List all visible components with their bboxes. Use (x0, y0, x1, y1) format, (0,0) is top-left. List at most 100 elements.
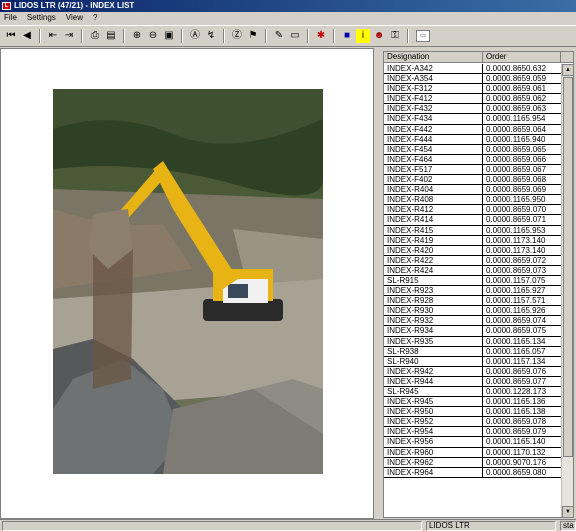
list-item[interactable]: INDEX-A354 0.0000.8659.059 (384, 74, 562, 85)
list-item[interactable]: INDEX-R419 0.0000.1173.140 (384, 235, 562, 246)
list-item[interactable]: SL-R945 0.0000.1228.173 (384, 387, 562, 398)
designation-cell: INDEX-F412 (384, 94, 483, 105)
menu-file[interactable]: File (4, 12, 17, 24)
designation-cell: INDEX-F454 (384, 144, 483, 155)
list-item[interactable]: INDEX-R956 0.0000.1165.140 (384, 437, 562, 448)
list-item[interactable]: INDEX-R942 0.0000.8659.076 (384, 366, 562, 377)
list-item[interactable]: INDEX-R945 0.0000.1165.136 (384, 397, 562, 408)
print-setup-icon[interactable]: ▤ (104, 29, 118, 43)
list-item[interactable]: INDEX-F402 0.0000.8659.068 (384, 175, 562, 186)
designation-cell: SL-R945 (384, 387, 483, 398)
app-logo-icon: L (2, 2, 11, 10)
order-cell: 0.0000.1173.140 (483, 245, 562, 256)
designation-cell: INDEX-R964 (384, 467, 483, 478)
order-cell: 0.0000.8659.066 (483, 154, 562, 165)
history-icon[interactable]: Ⓩ (230, 29, 244, 43)
list-item[interactable]: INDEX-F442 0.0000.8659.064 (384, 124, 562, 135)
list-item[interactable]: INDEX-R952 0.0000.8659.078 (384, 417, 562, 428)
vertical-scrollbar[interactable]: ▲ ▼ (561, 64, 573, 517)
list-item[interactable]: INDEX-R954 0.0000.8659.079 (384, 427, 562, 438)
column-header-designation[interactable]: Designation (384, 52, 483, 62)
prev-page-icon[interactable]: ◀ (20, 29, 34, 43)
list-item[interactable]: INDEX-R960 0.0000.1170.132 (384, 447, 562, 458)
zoom-in-icon[interactable]: ⊕ (130, 29, 144, 43)
list-item[interactable]: INDEX-R415 0.0000.1165.953 (384, 225, 562, 236)
prev-doc-icon[interactable]: ⇤ (46, 29, 60, 43)
list-item[interactable]: INDEX-F312 0.0000.8659.061 (384, 84, 562, 95)
export-icon[interactable]: ▭ (288, 29, 302, 43)
lock-icon[interactable]: ⚿ (388, 29, 402, 43)
list-item[interactable]: INDEX-F444 0.0000.1165.940 (384, 134, 562, 145)
list-item[interactable]: SL-R940 0.0000.1157.134 (384, 356, 562, 367)
note-icon[interactable]: ✎ (272, 29, 286, 43)
order-cell: 0.0000.1170.132 (483, 447, 562, 458)
designation-cell: INDEX-F312 (384, 84, 483, 95)
list-item[interactable]: INDEX-F412 0.0000.8659.062 (384, 94, 562, 105)
list-item[interactable]: INDEX-R962 0.0000.9070.176 (384, 457, 562, 468)
list-item[interactable]: INDEX-R944 0.0000.8659.077 (384, 376, 562, 387)
list-item[interactable]: INDEX-R930 0.0000.1165.926 (384, 306, 562, 317)
info-icon[interactable]: i (356, 29, 370, 43)
pane-splitter[interactable] (374, 48, 381, 519)
list-item[interactable]: INDEX-F464 0.0000.8659.066 (384, 154, 562, 165)
list-item[interactable]: INDEX-R408 0.0000.1165.950 (384, 195, 562, 206)
print-icon[interactable]: ⎙ (88, 29, 102, 43)
search-icon[interactable]: Ⓐ (188, 29, 202, 43)
list-item[interactable]: INDEX-R928 0.0000.1157.571 (384, 296, 562, 307)
document-view[interactable] (0, 48, 374, 519)
list-item[interactable]: INDEX-R932 0.0000.8659.074 (384, 316, 562, 327)
list-rows: INDEX-A342 0.0000.8650.632 INDEX-A354 0.000… (384, 64, 562, 478)
designation-cell: INDEX-R420 (384, 245, 483, 256)
settings-icon[interactable]: ■ (340, 29, 354, 43)
list-item[interactable]: INDEX-A342 0.0000.8650.632 (384, 64, 562, 75)
list-item[interactable]: INDEX-R404 0.0000.8659.069 (384, 185, 562, 196)
list-item[interactable]: INDEX-F434 0.0000.1165.954 (384, 114, 562, 125)
list-item[interactable]: INDEX-R950 0.0000.1165.138 (384, 407, 562, 418)
fit-page-icon[interactable]: ▣ (162, 29, 176, 43)
designation-cell: INDEX-F402 (384, 175, 483, 186)
scroll-thumb[interactable] (563, 77, 573, 457)
order-cell: 0.0000.8659.077 (483, 376, 562, 387)
toolbar: ⏮ ◀ ⇤ ⇥ ⎙ ▤ ⊕ ⊖ ▣ Ⓐ ↯ Ⓩ ⚑ ✎ ▭ ✱ ■ i ☻ ⚿ … (0, 25, 576, 47)
first-page-icon[interactable]: ⏮ (4, 29, 18, 43)
designation-cell: INDEX-F432 (384, 104, 483, 115)
scroll-down-icon[interactable]: ▼ (562, 506, 573, 517)
list-item[interactable]: INDEX-F432 0.0000.8659.063 (384, 104, 562, 115)
list-item[interactable]: SL-R938 0.0000.1165.057 (384, 346, 562, 357)
list-item[interactable]: INDEX-R935 0.0000.1165.134 (384, 336, 562, 347)
list-item[interactable]: INDEX-R934 0.0000.8659.075 (384, 326, 562, 337)
column-header-order[interactable]: Order (483, 52, 561, 62)
list-item[interactable]: SL-R915 0.0000.1157.075 (384, 275, 562, 287)
menu-settings[interactable]: Settings (27, 12, 56, 24)
designation-cell: INDEX-R404 (384, 185, 483, 196)
search-next-icon[interactable]: ↯ (204, 29, 218, 43)
list-item[interactable]: INDEX-F454 0.0000.8659.065 (384, 144, 562, 155)
user-icon[interactable]: ☻ (372, 29, 386, 43)
index-list[interactable]: Designation Order INDEX-A342 0.0000.8650.… (383, 51, 574, 518)
scroll-up-icon[interactable]: ▲ (562, 64, 573, 76)
list-item[interactable]: INDEX-R964 0.0000.8659.080 (384, 467, 562, 478)
list-item[interactable]: INDEX-R923 0.0000.1165.927 (384, 286, 562, 297)
menu-view[interactable]: View (66, 12, 83, 24)
tab-panel-icon[interactable]: ▭ (416, 30, 430, 42)
bookmark-icon[interactable]: ⚑ (246, 29, 260, 43)
designation-cell: INDEX-R930 (384, 306, 483, 317)
designation-cell: INDEX-A342 (384, 64, 483, 75)
list-item[interactable]: INDEX-R420 0.0000.1173.140 (384, 245, 562, 256)
list-item[interactable]: INDEX-R424 0.0000.8659.073 (384, 265, 562, 276)
excavator-photo (53, 89, 323, 474)
list-item[interactable]: INDEX-R412 0.0000.8659.070 (384, 205, 562, 216)
order-cell: 0.0000.8659.070 (483, 205, 562, 216)
order-cell: 0.0000.1165.138 (483, 407, 562, 418)
menu-help[interactable]: ? (93, 12, 97, 24)
designation-cell: INDEX-R944 (384, 376, 483, 387)
list-item[interactable]: INDEX-R414 0.0000.8659.071 (384, 215, 562, 226)
zoom-out-icon[interactable]: ⊖ (146, 29, 160, 43)
list-item[interactable]: INDEX-R422 0.0000.8659.072 (384, 255, 562, 266)
list-item[interactable]: INDEX-F517 0.0000.8659.067 (384, 164, 562, 176)
highlight-icon[interactable]: ✱ (314, 29, 328, 43)
order-cell: 0.0000.1165.940 (483, 134, 562, 145)
order-cell: 0.0000.9070.176 (483, 457, 562, 468)
order-cell: 0.0000.8659.072 (483, 255, 562, 266)
next-doc-icon[interactable]: ⇥ (62, 29, 76, 43)
